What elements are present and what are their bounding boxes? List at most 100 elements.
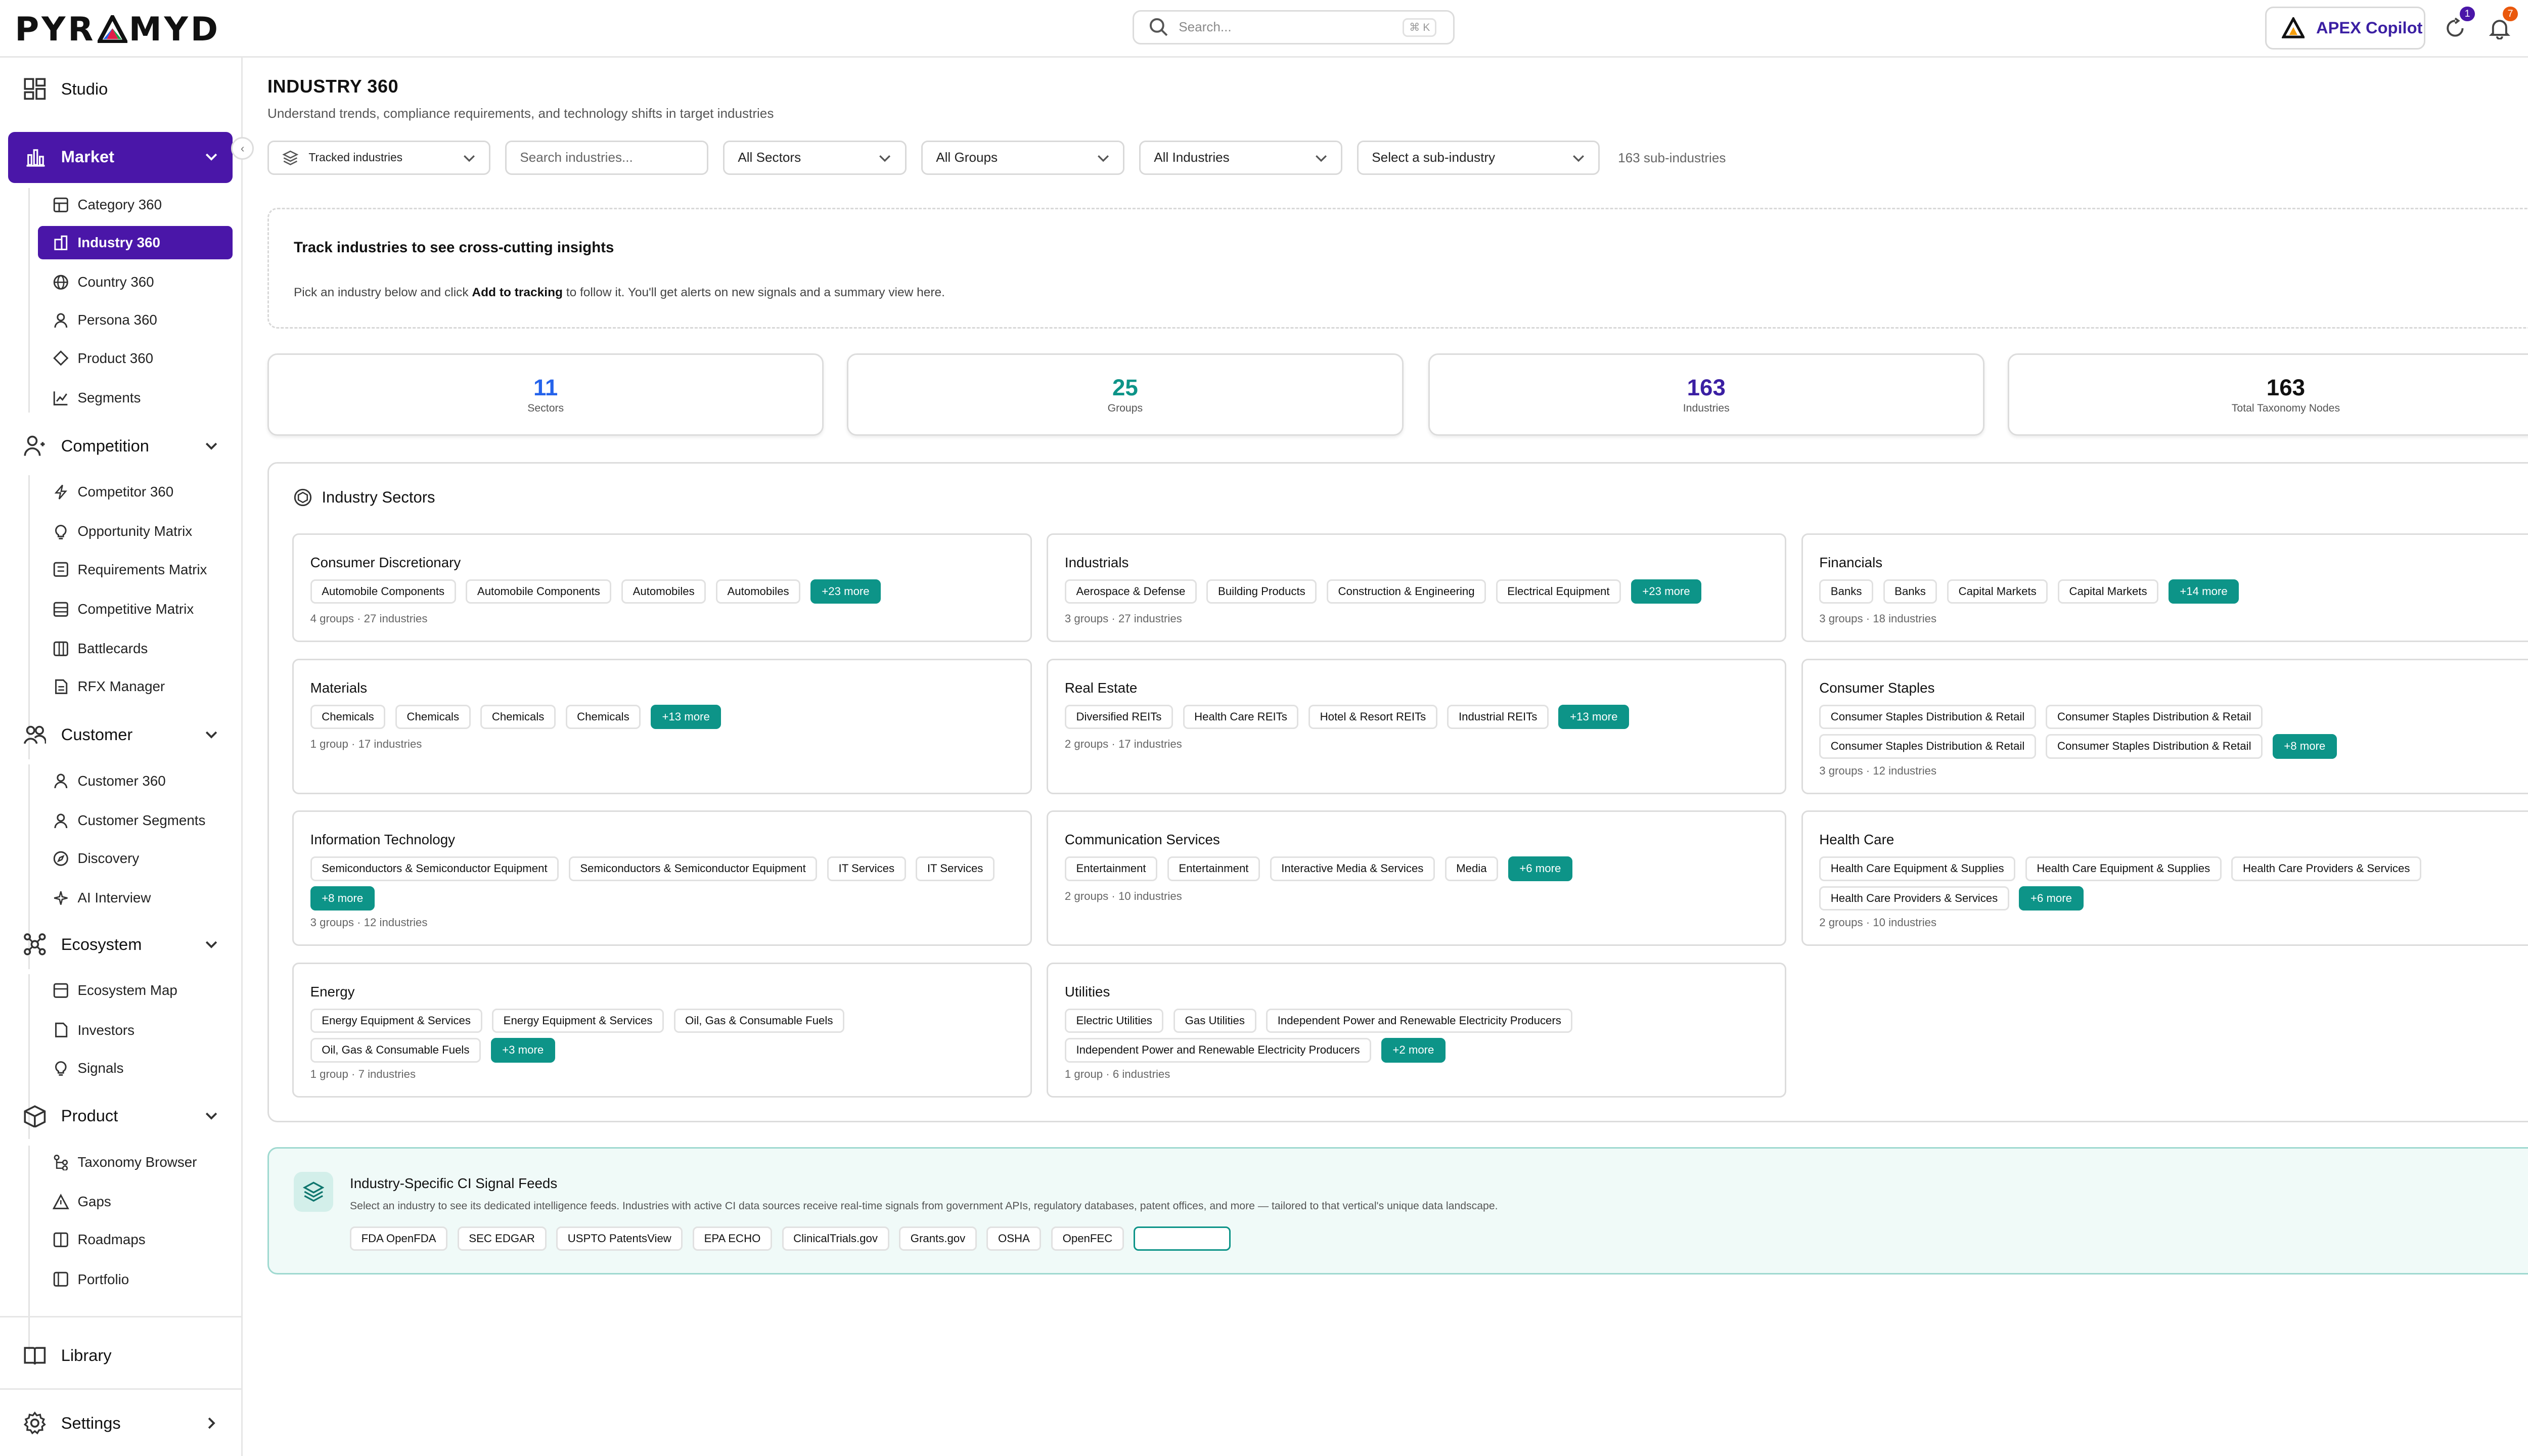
collapse-sidebar-button[interactable]: ‹ bbox=[231, 137, 254, 160]
more-industries-chip[interactable]: +23 more bbox=[1631, 579, 1702, 604]
industry-chip[interactable]: Automobile Components bbox=[310, 579, 456, 604]
more-industries-chip[interactable]: +14 more bbox=[2168, 579, 2239, 604]
sidebar-item-category-360[interactable]: Category 360 bbox=[53, 192, 162, 218]
sidebar-item-battlecards[interactable]: Battlecards bbox=[53, 635, 148, 662]
sector-card-consumer-discretionary[interactable]: Consumer Discretionary Automobile Compon… bbox=[292, 533, 1032, 643]
industry-chip[interactable]: Interactive Media & Services bbox=[1270, 856, 1435, 881]
sidebar-item-settings[interactable]: Settings bbox=[23, 1406, 215, 1439]
sidebar-item-taxonomy-browser[interactable]: Taxonomy Browser bbox=[53, 1149, 197, 1175]
industry-chip[interactable]: Semiconductors & Semiconductor Equipment bbox=[568, 856, 818, 881]
sidebar-item-competition[interactable]: Competition bbox=[23, 429, 217, 462]
sector-card-financials[interactable]: Financials Banks Banks Capital Markets C… bbox=[1801, 533, 2528, 643]
api-chip[interactable]: USPTO PatentsView bbox=[556, 1226, 683, 1251]
api-chip[interactable]: EPA ECHO bbox=[692, 1226, 772, 1251]
sidebar-item-ecosystem[interactable]: Ecosystem bbox=[23, 928, 217, 961]
industry-chip[interactable]: Diversified REITs bbox=[1064, 705, 1173, 730]
industry-chip[interactable]: Entertainment bbox=[1167, 856, 1260, 881]
sidebar-item-signals[interactable]: Signals bbox=[53, 1055, 123, 1081]
tracked-industries-dropdown[interactable]: Tracked industries bbox=[267, 140, 490, 175]
industry-chip[interactable]: Chemicals bbox=[395, 705, 471, 730]
industry-chip[interactable]: Banks bbox=[1883, 579, 1937, 604]
global-search[interactable]: Search... ⌘ K bbox=[1133, 10, 1455, 45]
industry-chip[interactable]: Health Care Equipment & Supplies bbox=[1819, 856, 2016, 881]
industry-chip[interactable]: Consumer Staples Distribution & Retail bbox=[2046, 705, 2263, 730]
sidebar-item-product[interactable]: Product bbox=[23, 1100, 217, 1132]
industry-chip[interactable]: Hotel & Resort REITs bbox=[1308, 705, 1437, 730]
industry-chip[interactable]: Automobiles bbox=[621, 579, 706, 604]
sidebar-item-investors[interactable]: Investors bbox=[53, 1017, 134, 1043]
industry-chip[interactable]: Chemicals bbox=[310, 705, 386, 730]
industry-chip[interactable]: Semiconductors & Semiconductor Equipment bbox=[310, 856, 559, 881]
sidebar-item-industry-360[interactable]: Industry 360 bbox=[53, 230, 160, 256]
industry-chip[interactable]: Entertainment bbox=[1064, 856, 1158, 881]
sector-card-communication-services[interactable]: Communication Services Entertainment Ent… bbox=[1047, 810, 1787, 946]
industry-chip[interactable]: Capital Markets bbox=[2057, 579, 2159, 604]
more-industries-chip[interactable]: +8 more bbox=[310, 886, 375, 911]
sidebar-item-portfolio[interactable]: Portfolio bbox=[53, 1266, 129, 1293]
logo[interactable]: PYR MYD bbox=[15, 10, 220, 49]
api-chip[interactable]: ClinicalTrials.gov bbox=[782, 1226, 889, 1251]
sidebar-item-opportunity-matrix[interactable]: Opportunity Matrix bbox=[53, 518, 192, 544]
industry-chip[interactable]: Energy Equipment & Services bbox=[310, 1008, 482, 1033]
sector-card-real-estate[interactable]: Real Estate Diversified REITs Health Car… bbox=[1047, 658, 1787, 794]
industry-chip[interactable]: IT Services bbox=[916, 856, 995, 881]
groups-dropdown[interactable]: All Groups bbox=[921, 140, 1124, 175]
sector-card-energy[interactable]: Energy Energy Equipment & Services Energ… bbox=[292, 962, 1032, 1098]
sector-card-utilities[interactable]: Utilities Electric Utilities Gas Utiliti… bbox=[1047, 962, 1787, 1098]
industry-chip[interactable]: Consumer Staples Distribution & Retail bbox=[2046, 734, 2263, 759]
sidebar-item-customer-360[interactable]: Customer 360 bbox=[53, 767, 166, 794]
api-chip[interactable]: Grants.gov bbox=[899, 1226, 977, 1251]
sidebar-item-country-360[interactable]: Country 360 bbox=[53, 269, 154, 295]
industry-chip[interactable]: Gas Utilities bbox=[1173, 1008, 1256, 1033]
more-industries-chip[interactable]: +13 more bbox=[650, 705, 721, 730]
sidebar-item-requirements-matrix[interactable]: Requirements Matrix bbox=[53, 556, 207, 582]
industry-chip[interactable]: Aerospace & Defense bbox=[1064, 579, 1197, 604]
industry-search-input[interactable]: Search industries... bbox=[505, 140, 708, 175]
sidebar-item-segments[interactable]: Segments bbox=[53, 385, 141, 411]
industry-chip[interactable]: Capital Markets bbox=[1947, 579, 2048, 604]
industry-chip[interactable]: Chemicals bbox=[565, 705, 641, 730]
sidebar-item-customer[interactable]: Customer bbox=[23, 718, 217, 751]
sidebar-item-ai-interview[interactable]: AI Interview bbox=[53, 885, 151, 911]
industry-chip[interactable]: Energy Equipment & Services bbox=[492, 1008, 664, 1033]
industry-chip[interactable]: Building Products bbox=[1206, 579, 1317, 604]
industry-chip[interactable]: Health Care Providers & Services bbox=[2231, 856, 2422, 881]
industry-chip[interactable]: Oil, Gas & Consumable Fuels bbox=[673, 1008, 844, 1033]
more-industries-chip[interactable]: +2 more bbox=[1381, 1038, 1446, 1063]
sidebar-item-gaps[interactable]: Gaps bbox=[53, 1189, 111, 1215]
industry-chip[interactable]: Health Care Equipment & Supplies bbox=[2025, 856, 2222, 881]
sidebar-item-competitive-matrix[interactable]: Competitive Matrix bbox=[53, 596, 194, 622]
sidebar-item-library[interactable]: Library bbox=[23, 1339, 112, 1372]
industry-chip[interactable]: Chemicals bbox=[480, 705, 556, 730]
sidebar-item-studio[interactable]: Studio bbox=[23, 73, 108, 106]
more-industries-chip[interactable]: +13 more bbox=[1558, 705, 1629, 730]
more-industries-chip[interactable]: +6 more bbox=[1508, 856, 1572, 881]
more-industries-chip[interactable]: +3 more bbox=[490, 1038, 555, 1063]
api-chip[interactable]: SEC EDGAR bbox=[457, 1226, 547, 1251]
sub-industry-dropdown[interactable]: Select a sub-industry bbox=[1357, 140, 1600, 175]
sidebar-item-roadmaps[interactable]: Roadmaps bbox=[53, 1226, 146, 1253]
sidebar-item-customer-segments[interactable]: Customer Segments bbox=[53, 807, 205, 834]
sidebar-item-ecosystem-map[interactable]: Ecosystem Map bbox=[53, 977, 177, 1004]
more-industries-chip[interactable]: +6 more bbox=[2019, 886, 2084, 911]
industry-chip[interactable]: Health Care REITs bbox=[1183, 705, 1299, 730]
sidebar-item-product-360[interactable]: Product 360 bbox=[53, 345, 153, 371]
sidebar-item-persona-360[interactable]: Persona 360 bbox=[53, 307, 157, 333]
more-industries-chip[interactable]: +8 more bbox=[2272, 734, 2337, 759]
industry-chip[interactable]: Electric Utilities bbox=[1064, 1008, 1164, 1033]
apex-copilot-button[interactable]: APEX Copilot bbox=[2265, 7, 2425, 50]
industry-chip[interactable]: Automobiles bbox=[715, 579, 801, 604]
sidebar-item-rfx-manager[interactable]: RFX Manager bbox=[53, 673, 165, 700]
sector-card-industrials[interactable]: Industrials Aerospace & Defense Building… bbox=[1047, 533, 1787, 643]
more-apis-chip[interactable]: +20 more APIs bbox=[1134, 1226, 1231, 1251]
industry-chip[interactable]: Media bbox=[1444, 856, 1499, 881]
industry-chip[interactable]: Construction & Engineering bbox=[1326, 579, 1486, 604]
sector-card-health-care[interactable]: Health Care Health Care Equipment & Supp… bbox=[1801, 810, 2528, 946]
industries-dropdown[interactable]: All Industries bbox=[1139, 140, 1342, 175]
api-chip[interactable]: OpenFEC bbox=[1051, 1226, 1124, 1251]
industry-chip[interactable]: Consumer Staples Distribution & Retail bbox=[1819, 705, 2036, 730]
sector-card-materials[interactable]: Materials Chemicals Chemicals Chemicals … bbox=[292, 658, 1032, 794]
sectors-dropdown[interactable]: All Sectors bbox=[723, 140, 907, 175]
industry-chip[interactable]: Consumer Staples Distribution & Retail bbox=[1819, 734, 2036, 759]
industry-chip[interactable]: IT Services bbox=[827, 856, 906, 881]
